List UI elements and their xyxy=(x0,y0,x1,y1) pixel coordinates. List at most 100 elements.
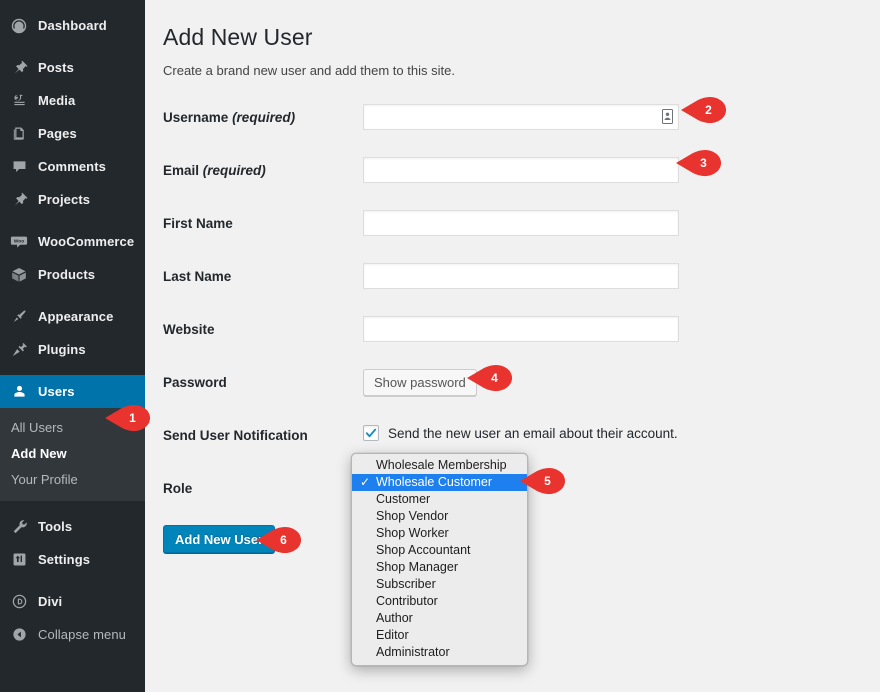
form-row-email: Email (required) xyxy=(163,157,860,185)
sidebar-group-misc: Divi Collapse menu xyxy=(0,585,145,651)
sidebar-item-label: Settings xyxy=(38,553,90,566)
role-option[interactable]: Wholesale Membership xyxy=(352,457,527,474)
sidebar-item-products[interactable]: Products xyxy=(0,258,145,291)
sidebar-item-dashboard[interactable]: Dashboard xyxy=(0,9,145,42)
send-notification-checkbox-label: Send the new user an email about their a… xyxy=(388,426,678,441)
checkmark-icon xyxy=(365,427,377,439)
sidebar-group-content: Posts Media Pages Comments xyxy=(0,51,145,216)
username-label-text: Username xyxy=(163,110,228,125)
sidebar-divider-3 xyxy=(0,291,145,300)
role-option[interactable]: Customer xyxy=(352,491,527,508)
sidebar-item-label: Products xyxy=(38,268,95,281)
role-option[interactable]: Shop Worker xyxy=(352,525,527,542)
role-option[interactable]: Administrator xyxy=(352,644,527,661)
sidebar-group-admin: Tools Settings xyxy=(0,510,145,576)
username-field-wrap xyxy=(363,104,679,130)
send-notification-label: Send User Notification xyxy=(163,422,363,445)
sidebar-group-dashboard: Dashboard xyxy=(0,9,145,42)
sidebar-item-label: Divi xyxy=(38,595,62,608)
username-input[interactable] xyxy=(363,104,679,130)
sidebar-submenu-users: All Users Add New Your Profile xyxy=(0,408,145,501)
role-option-label: Wholesale Membership xyxy=(376,458,507,472)
role-option[interactable]: Editor xyxy=(352,627,527,644)
last-name-input[interactable] xyxy=(363,263,679,289)
role-dropdown-popup[interactable]: Wholesale Membership ✓ Wholesale Custome… xyxy=(351,453,528,666)
sidebar-item-media[interactable]: Media xyxy=(0,84,145,117)
role-option-label: Administrator xyxy=(376,645,450,659)
sidebar-item-appearance[interactable]: Appearance xyxy=(0,300,145,333)
role-option[interactable]: Shop Manager xyxy=(352,559,527,576)
sidebar-item-users[interactable]: Users xyxy=(0,375,145,408)
sidebar-divider-1 xyxy=(0,42,145,51)
sidebar-subitem-add-new[interactable]: Add New xyxy=(0,441,145,467)
page-description: Create a brand new user and add them to … xyxy=(163,62,860,80)
sidebar-item-woocommerce[interactable]: Woo WooCommerce xyxy=(0,225,145,258)
sidebar-item-projects[interactable]: Projects xyxy=(0,183,145,216)
role-option[interactable]: Shop Accountant xyxy=(352,542,527,559)
sidebar-item-collapse-menu[interactable]: Collapse menu xyxy=(0,618,145,651)
sidebar-item-comments[interactable]: Comments xyxy=(0,150,145,183)
sidebar-item-divi[interactable]: Divi xyxy=(0,585,145,618)
sidebar-item-posts[interactable]: Posts xyxy=(0,51,145,84)
sidebar-item-label: Collapse menu xyxy=(38,628,126,641)
role-option-label: Subscriber xyxy=(376,577,436,591)
comments-icon xyxy=(9,157,29,177)
form-row-last-name: Last Name xyxy=(163,263,860,291)
sidebar-item-settings[interactable]: Settings xyxy=(0,543,145,576)
first-name-input[interactable] xyxy=(363,210,679,236)
role-option-label: Editor xyxy=(376,628,409,642)
website-field-wrap xyxy=(363,316,679,342)
sidebar-item-label: WooCommerce xyxy=(38,235,134,248)
sidebar-subitem-label: Add New xyxy=(11,446,67,461)
role-option[interactable]: Author xyxy=(352,610,527,627)
add-new-user-button[interactable]: Add New User xyxy=(163,525,275,553)
page-title: Add New User xyxy=(163,14,860,56)
form-row-send-notification: Send User Notification Send the new user… xyxy=(163,422,860,450)
wordpress-admin-screen: Dashboard Posts Media Pag xyxy=(0,0,880,692)
woocommerce-icon: Woo xyxy=(9,232,29,252)
sidebar-item-label: Users xyxy=(38,385,75,398)
form-row-username: Username (required) xyxy=(163,104,860,132)
svg-text:Woo: Woo xyxy=(14,238,24,244)
send-notification-checkbox[interactable] xyxy=(363,425,379,441)
sidebar-item-pages[interactable]: Pages xyxy=(0,117,145,150)
username-required-note: (required) xyxy=(232,110,295,125)
sidebar-item-label: Appearance xyxy=(38,310,113,323)
show-password-button[interactable]: Show password xyxy=(363,369,477,396)
role-option[interactable]: Shop Vendor xyxy=(352,508,527,525)
pin-icon xyxy=(9,190,29,210)
sidebar-divider-5 xyxy=(0,501,145,510)
sidebar-divider-6 xyxy=(0,576,145,585)
first-name-label: First Name xyxy=(163,210,363,233)
sidebar-subitem-all-users[interactable]: All Users xyxy=(0,415,145,441)
wrench-icon xyxy=(9,517,29,537)
password-field-wrap: Show password xyxy=(363,369,477,396)
role-option-label: Shop Worker xyxy=(376,526,449,540)
role-option-label: Shop Accountant xyxy=(376,543,471,557)
role-option[interactable]: Contributor xyxy=(352,593,527,610)
website-input[interactable] xyxy=(363,316,679,342)
role-option-selected[interactable]: ✓ Wholesale Customer xyxy=(352,474,527,491)
sidebar-item-label: Dashboard xyxy=(38,19,107,32)
sidebar-item-label: Plugins xyxy=(38,343,86,356)
sidebar-subitem-your-profile[interactable]: Your Profile xyxy=(0,467,145,493)
role-option-label: Contributor xyxy=(376,594,438,608)
last-name-label: Last Name xyxy=(163,263,363,286)
collapse-arrow-icon xyxy=(9,625,29,645)
sidebar-item-label: Tools xyxy=(38,520,72,533)
contact-card-icon[interactable] xyxy=(661,108,674,125)
sidebar-item-plugins[interactable]: Plugins xyxy=(0,333,145,366)
role-option-label: Shop Vendor xyxy=(376,509,448,523)
email-input[interactable] xyxy=(363,157,679,183)
media-icon xyxy=(9,91,29,111)
role-option-label: Customer xyxy=(376,492,430,506)
form-row-password: Password Show password xyxy=(163,369,860,397)
sidebar-group-commerce: Woo WooCommerce Products xyxy=(0,225,145,291)
role-option-label: Shop Manager xyxy=(376,560,458,574)
role-option[interactable]: Subscriber xyxy=(352,576,527,593)
sidebar-top-spacer xyxy=(0,0,145,9)
sidebar-item-tools[interactable]: Tools xyxy=(0,510,145,543)
username-label: Username (required) xyxy=(163,104,363,127)
email-label-text: Email xyxy=(163,163,199,178)
email-required-note: (required) xyxy=(203,163,266,178)
